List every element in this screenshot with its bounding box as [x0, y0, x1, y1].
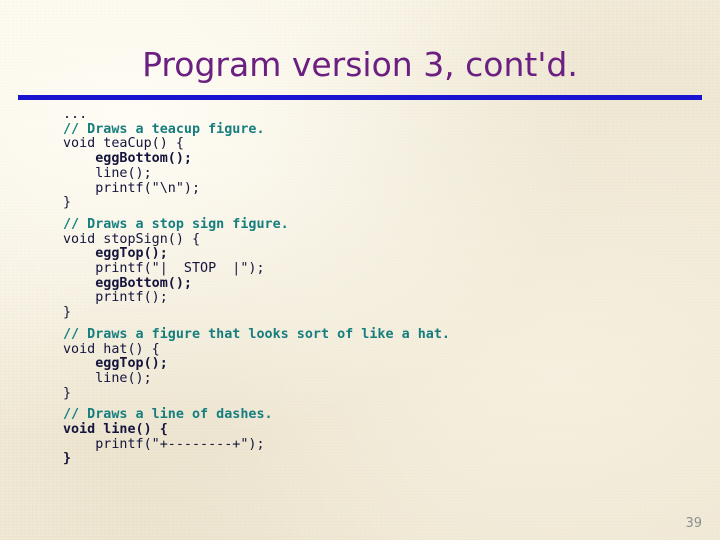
- code-line: }: [63, 305, 72, 321]
- code-line: void teaCup() {: [63, 136, 184, 152]
- code-line-emphasized: eggBottom();: [63, 275, 192, 291]
- code-line: }: [63, 385, 72, 401]
- code-line: void stopSign() {: [63, 231, 201, 247]
- code-line-comment: // Draws a teacup figure.: [63, 121, 265, 137]
- page-title: Program version 3, cont'd.: [142, 45, 578, 84]
- code-line-emphasized: eggTop();: [63, 246, 168, 262]
- code-line: ...: [63, 107, 88, 122]
- code-line: line();: [63, 165, 152, 181]
- code-line: line();: [63, 370, 152, 386]
- code-line: }: [63, 195, 72, 211]
- title-area: Program version 3, cont'd.: [0, 44, 720, 86]
- code-block: ...// Draws a teacup figure. void teaCup(…: [63, 107, 703, 467]
- code-line-comment: // Draws a figure that looks sort of lik…: [63, 326, 450, 342]
- code-line-comment: // Draws a line of dashes.: [63, 407, 273, 423]
- code-line: printf("\n");: [63, 180, 201, 196]
- code-line-comment: // Draws a stop sign figure.: [63, 216, 289, 232]
- code-line-emphasized: void line() {: [63, 422, 168, 438]
- code-line-emphasized: eggTop();: [63, 356, 168, 372]
- code-line: printf("+--------+");: [63, 436, 265, 452]
- slide-canvas: Program version 3, cont'd. ...// Draws a…: [0, 0, 720, 540]
- code-line-emphasized: }: [63, 451, 72, 467]
- page-number: 39: [685, 516, 702, 531]
- code-line: printf("| STOP |");: [63, 261, 265, 277]
- code-line-emphasized: eggBottom();: [63, 151, 192, 167]
- code-line: void hat() {: [63, 341, 160, 357]
- code-line: printf();: [63, 290, 168, 306]
- title-divider-rule: [18, 95, 702, 100]
